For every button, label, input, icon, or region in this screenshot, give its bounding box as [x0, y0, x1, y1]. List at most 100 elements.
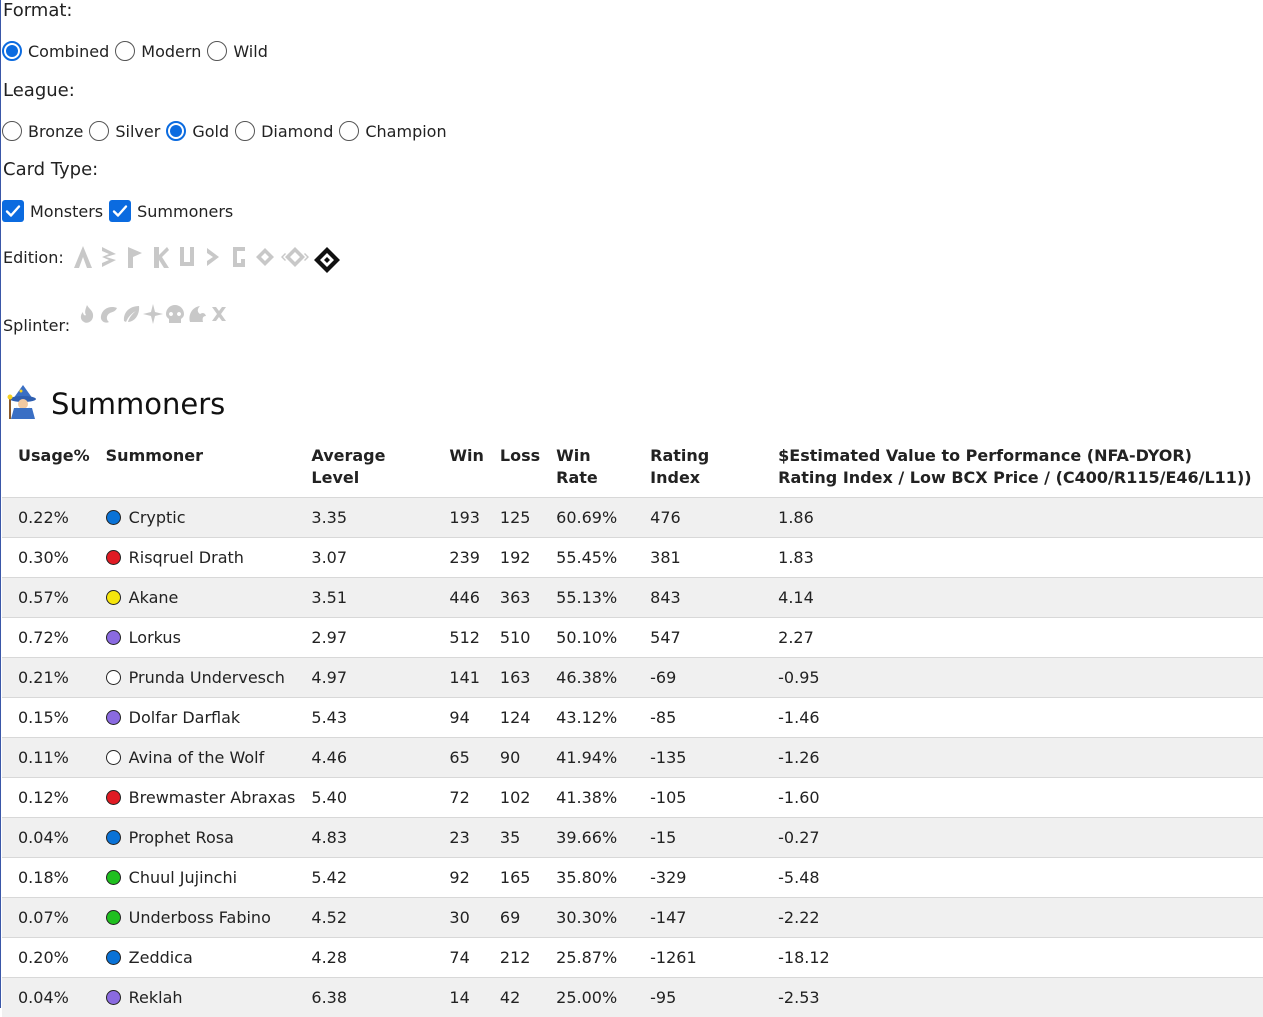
- summoner-name: Lorkus: [129, 628, 181, 647]
- table-row: 0.04%Prophet Rosa4.83233539.66%-15-0.27: [2, 818, 1263, 858]
- cell-summoner: Brewmaster Abraxas: [98, 778, 304, 818]
- beta-edition-icon[interactable]: [96, 244, 122, 270]
- header-rating-index[interactable]: Rating Index: [642, 436, 770, 498]
- header-estimated-value[interactable]: $Estimated Value to Performance (NFA-DYO…: [770, 436, 1263, 498]
- cell-usage: 0.22%: [2, 498, 98, 538]
- cell-usage: 0.12%: [2, 778, 98, 818]
- league-radio-silver[interactable]: [89, 121, 109, 141]
- league-options: Bronze Silver Gold Diamond Champion: [2, 121, 453, 141]
- splinter-color-dot: [106, 550, 121, 565]
- table-row: 0.30%Risqruel Drath3.0723919255.45%3811.…: [2, 538, 1263, 578]
- wizard-icon: [5, 384, 41, 424]
- cell-win: 94: [441, 698, 492, 738]
- cell-win-rate: 25.00%: [548, 978, 642, 1017]
- cell-summoner: Cryptic: [98, 498, 304, 538]
- league-radio-champion[interactable]: [339, 121, 359, 141]
- cell-win: 65: [441, 738, 492, 778]
- cell-win: 512: [441, 618, 492, 658]
- league-option-label: Gold: [192, 122, 229, 141]
- edition-label: Edition:: [3, 248, 64, 267]
- league-radio-gold[interactable]: [166, 121, 186, 141]
- table-row: 0.11%Avina of the Wolf4.46659041.94%-135…: [2, 738, 1263, 778]
- alpha-edition-icon[interactable]: [70, 244, 96, 270]
- cell-estimated-value: 4.14: [770, 578, 1263, 618]
- cell-loss: 35: [492, 818, 548, 858]
- gladius-edition-icon[interactable]: [226, 244, 252, 270]
- league-radio-bronze[interactable]: [2, 121, 22, 141]
- neutral-splinter-icon[interactable]: [208, 303, 230, 325]
- chaos-legion-edition-icon[interactable]: [252, 244, 278, 270]
- cell-win: 446: [441, 578, 492, 618]
- life-splinter-icon[interactable]: [142, 303, 164, 325]
- format-option-label: Wild: [233, 42, 268, 61]
- cell-loss: 69: [492, 898, 548, 938]
- cell-average-level: 3.51: [303, 578, 441, 618]
- cell-rating-index: -15: [642, 818, 770, 858]
- cell-summoner: Lorkus: [98, 618, 304, 658]
- earth-splinter-icon[interactable]: [120, 303, 142, 325]
- cell-estimated-value: 2.27: [770, 618, 1263, 658]
- summoner-name: Cryptic: [129, 508, 186, 527]
- header-win[interactable]: Win: [441, 436, 492, 498]
- cell-usage: 0.04%: [2, 818, 98, 858]
- untamed-edition-icon[interactable]: [174, 244, 200, 270]
- league-option-label: Bronze: [28, 122, 83, 141]
- promo-edition-icon[interactable]: [122, 244, 148, 270]
- format-label: Format:: [3, 0, 73, 21]
- dragon-splinter-icon[interactable]: [186, 303, 208, 325]
- dice-edition-icon[interactable]: [200, 244, 226, 270]
- format-radio-wild[interactable]: [207, 41, 227, 61]
- riftwatchers-edition-icon[interactable]: [278, 244, 312, 270]
- cell-loss: 165: [492, 858, 548, 898]
- reward-edition-icon[interactable]: [148, 244, 174, 270]
- cell-summoner: Zeddica: [98, 938, 304, 978]
- cell-average-level: 2.97: [303, 618, 441, 658]
- cell-rating-index: 476: [642, 498, 770, 538]
- cell-estimated-value: -1.26: [770, 738, 1263, 778]
- cell-rating-index: 381: [642, 538, 770, 578]
- summoner-name: Prunda Undervesch: [129, 668, 285, 687]
- monsters-checkbox[interactable]: [2, 200, 24, 222]
- water-splinter-icon[interactable]: [98, 303, 120, 325]
- cell-average-level: 4.97: [303, 658, 441, 698]
- cell-average-level: 6.38: [303, 978, 441, 1017]
- splinter-color-dot: [106, 590, 121, 605]
- summoner-name: Risqruel Drath: [129, 548, 244, 567]
- summoners-checkbox[interactable]: [109, 200, 131, 222]
- league-radio-diamond[interactable]: [235, 121, 255, 141]
- cell-loss: 124: [492, 698, 548, 738]
- cell-summoner: Risqruel Drath: [98, 538, 304, 578]
- cell-average-level: 4.83: [303, 818, 441, 858]
- cell-estimated-value: -2.22: [770, 898, 1263, 938]
- summoner-name: Avina of the Wolf: [129, 748, 265, 767]
- cell-loss: 102: [492, 778, 548, 818]
- summoner-name: Akane: [129, 588, 179, 607]
- soulbound-edition-icon[interactable]: [312, 239, 342, 275]
- cell-estimated-value: -0.27: [770, 818, 1263, 858]
- card-type-option-label: Monsters: [30, 202, 103, 221]
- cell-average-level: 5.43: [303, 698, 441, 738]
- cell-rating-index: 843: [642, 578, 770, 618]
- format-radio-modern[interactable]: [115, 41, 135, 61]
- checkmark-icon: [5, 203, 21, 219]
- summoner-name: Brewmaster Abraxas: [129, 788, 296, 807]
- header-loss[interactable]: Loss: [492, 436, 548, 498]
- format-radio-combined[interactable]: [2, 41, 22, 61]
- cell-summoner: Dolfar Darflak: [98, 698, 304, 738]
- cell-win: 23: [441, 818, 492, 858]
- splinter-color-dot: [106, 990, 121, 1005]
- table-row: 0.22%Cryptic3.3519312560.69%4761.86: [2, 498, 1263, 538]
- header-usage[interactable]: Usage%: [2, 436, 98, 498]
- header-win-rate[interactable]: Win Rate: [548, 436, 642, 498]
- table-row: 0.12%Brewmaster Abraxas5.407210241.38%-1…: [2, 778, 1263, 818]
- death-splinter-icon[interactable]: [164, 303, 186, 325]
- header-average-level[interactable]: Average Level: [303, 436, 441, 498]
- cell-estimated-value: -1.46: [770, 698, 1263, 738]
- fire-splinter-icon[interactable]: [76, 303, 98, 325]
- cell-summoner: Underboss Fabino: [98, 898, 304, 938]
- cell-win-rate: 35.80%: [548, 858, 642, 898]
- header-summoner[interactable]: Summoner: [98, 436, 304, 498]
- cell-average-level: 4.52: [303, 898, 441, 938]
- page: Format: Combined Modern Wild League: Bro…: [0, 0, 1263, 1008]
- cell-usage: 0.11%: [2, 738, 98, 778]
